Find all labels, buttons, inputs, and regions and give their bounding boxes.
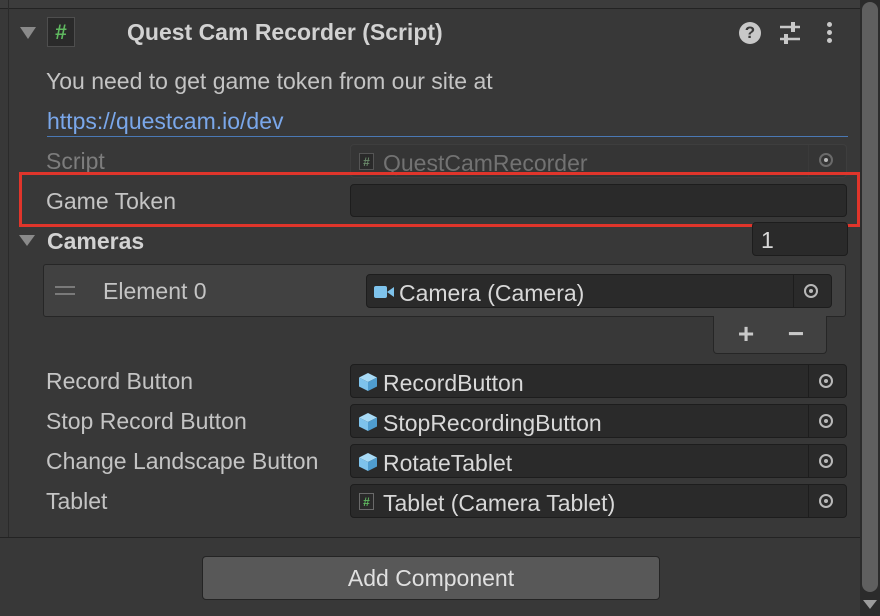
change-landscape-button-field[interactable]: RotateTablet: [350, 444, 847, 478]
drag-handle-icon[interactable]: [55, 286, 75, 300]
record-button-field[interactable]: RecordButton: [350, 364, 847, 398]
tablet-value: Tablet (Camera Tablet): [383, 490, 616, 516]
element-0-value: Camera (Camera): [399, 280, 585, 306]
triangle-down-icon[interactable]: [20, 27, 36, 39]
object-picker-icon[interactable]: [808, 485, 846, 517]
change-landscape-button-value: RotateTablet: [383, 450, 513, 476]
scroll-down-icon[interactable]: [863, 600, 877, 609]
hash-icon: #: [359, 153, 374, 170]
cube-icon: [359, 373, 377, 391]
stop-record-button-value: StopRecordingButton: [383, 410, 602, 436]
sliders-icon[interactable]: [778, 20, 802, 46]
stop-record-button-label: Stop Record Button: [46, 408, 247, 434]
object-picker-icon[interactable]: [793, 275, 831, 307]
inspector-left-border: [8, 0, 9, 538]
list-add-remove: + −: [713, 316, 827, 354]
component-title[interactable]: Quest Cam Recorder (Script): [127, 19, 443, 46]
camera-icon: [374, 286, 394, 298]
highlight-box: [19, 172, 860, 227]
stop-record-button-field[interactable]: StopRecordingButton: [350, 404, 847, 438]
remove-element-button[interactable]: −: [776, 318, 816, 350]
add-component-button[interactable]: Add Component: [202, 556, 660, 600]
element-0-field[interactable]: Camera (Camera): [366, 274, 832, 308]
help-icon[interactable]: ?: [739, 22, 761, 44]
record-button-label: Record Button: [46, 368, 194, 394]
site-link[interactable]: https://questcam.io/dev: [47, 108, 284, 135]
object-picker-icon[interactable]: [808, 405, 846, 437]
cameras-count-input[interactable]: 1: [752, 222, 848, 256]
info-text: You need to get game token from our site…: [46, 68, 493, 94]
cube-icon: [359, 453, 377, 471]
tablet-label: Tablet: [46, 488, 108, 514]
component-bottom-divider: [0, 537, 860, 538]
hash-icon: #: [359, 493, 374, 510]
kebab-icon[interactable]: [822, 20, 836, 46]
tablet-field[interactable]: # Tablet (Camera Tablet): [350, 484, 847, 518]
record-button-value: RecordButton: [383, 370, 524, 396]
script-label: Script: [46, 148, 105, 174]
element-0-label: Element 0: [103, 278, 207, 304]
change-landscape-button-label: Change Landscape Button: [46, 448, 319, 474]
hash-icon: #: [47, 17, 75, 47]
triangle-down-icon[interactable]: [19, 235, 35, 246]
link-underline: [47, 136, 848, 137]
object-picker-icon[interactable]: [808, 365, 846, 397]
object-picker-icon[interactable]: [808, 445, 846, 477]
add-element-button[interactable]: +: [726, 318, 766, 350]
cameras-count-value: 1: [761, 227, 774, 253]
cube-icon: [359, 413, 377, 431]
top-divider: [0, 0, 860, 9]
cameras-label[interactable]: Cameras: [47, 228, 144, 255]
scrollbar-thumb[interactable]: [862, 2, 878, 592]
